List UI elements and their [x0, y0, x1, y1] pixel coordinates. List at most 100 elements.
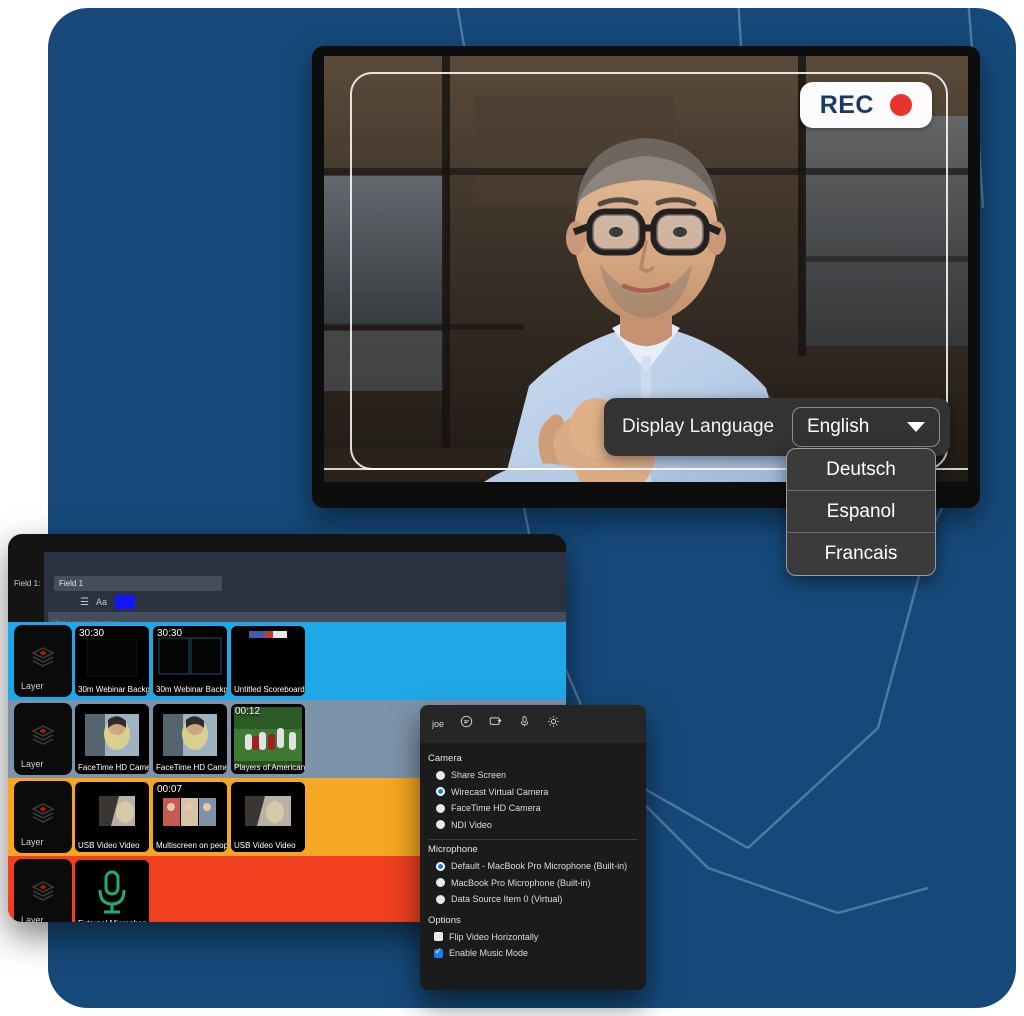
option-label: Default - MacBook Pro Microphone (Built-… — [451, 861, 628, 872]
inspector-secondary-row: Shot Layer Properties — [48, 612, 566, 627]
clip-item[interactable]: 00:07 Multiscreen on peop — [153, 782, 227, 852]
option-enable-music-mode[interactable]: Enable Music Mode — [428, 945, 638, 962]
clip-thumbnail — [75, 860, 149, 922]
screen-share-icon[interactable] — [489, 715, 502, 733]
text-align-icon[interactable]: ☰ — [80, 597, 89, 608]
language-selected-value: English — [807, 416, 870, 437]
clip-item[interactable]: 30:30 30m Webinar Backg — [153, 626, 227, 696]
zoom-panel-header: joe — [420, 705, 646, 743]
clip-badge: 30:30 — [79, 628, 105, 639]
rec-label: REC — [819, 90, 874, 119]
radio-icon-selected — [436, 861, 445, 871]
chevron-down-icon — [907, 422, 925, 432]
mic-option-default[interactable]: Default - MacBook Pro Microphone (Built-… — [428, 858, 638, 875]
clip-item[interactable]: USB Video Video — [75, 782, 149, 852]
language-option-deutsch[interactable]: Deutsch — [787, 449, 935, 491]
layer-label: Layer — [21, 759, 44, 769]
field-input[interactable]: Field 1 — [54, 576, 222, 591]
option-label: Flip Video Horizontally — [449, 931, 539, 942]
shot-inspector: Field 1: Field 1 ☰ Aa Shot Layer Propert… — [14, 552, 566, 627]
camera-option-ndi-video[interactable]: NDI Video — [428, 817, 638, 834]
language-option-espanol[interactable]: Espanol — [787, 491, 935, 533]
field-label: Field 1: — [14, 579, 41, 588]
layers-stack-icon — [30, 801, 56, 830]
camera-option-wirecast-virtual-camera[interactable]: Wirecast Virtual Camera — [428, 784, 638, 801]
font-size-icon[interactable]: Aa — [96, 597, 107, 607]
color-swatch[interactable] — [114, 595, 135, 609]
clip-badge: 00:12 — [235, 706, 261, 717]
clip-item[interactable]: External Microphon — [75, 860, 149, 922]
mic-option-data-source[interactable]: Data Source Item 0 (Virtual) — [428, 891, 638, 908]
section-title-options: Options — [428, 914, 461, 926]
layers-stack-icon — [30, 879, 56, 908]
clip-badge: 30:30 — [157, 628, 183, 639]
layer-label: Layer — [21, 915, 44, 922]
record-dot-icon — [890, 94, 912, 116]
section-title-microphone: Microphone — [428, 844, 478, 855]
clip-caption: External Microphon — [75, 917, 149, 922]
option-label: FaceTime HD Camera — [451, 803, 541, 814]
clip-caption: USB Video Video — [231, 839, 305, 852]
clip-caption: 30m Webinar Backg — [75, 683, 149, 696]
clip-item[interactable]: Untitled Scoreboard — [231, 626, 305, 696]
gear-icon[interactable] — [547, 715, 560, 733]
field-row: Field 1: Field 1 — [14, 576, 222, 591]
clip-item[interactable]: 30:30 30m Webinar Backg — [75, 626, 149, 696]
radio-icon — [436, 820, 445, 830]
clip-caption: Multiscreen on peop — [153, 839, 227, 852]
clip-caption: FaceTime HD Came — [75, 761, 149, 774]
radio-icon-selected — [436, 787, 445, 797]
zoom-panel-body: Camera Share Screen Wirecast Virtual Cam… — [420, 743, 646, 962]
language-option-label: Francais — [824, 543, 898, 564]
option-label: Wirecast Virtual Camera — [451, 786, 549, 797]
clip-item[interactable]: FaceTime HD Came — [153, 704, 227, 774]
zoom-user-label: joe — [432, 719, 445, 729]
option-flip-video-horizontally[interactable]: Flip Video Horizontally — [428, 929, 638, 946]
layer-header[interactable]: Layer — [14, 781, 72, 853]
option-label: Data Source Item 0 (Virtual) — [451, 894, 563, 905]
rec-badge: REC — [799, 82, 932, 128]
option-label: Share Screen — [451, 770, 507, 781]
radio-icon — [436, 878, 445, 888]
clip-badge: 00:07 — [157, 784, 183, 795]
language-option-francais[interactable]: Francais — [787, 533, 935, 575]
radio-icon — [436, 894, 445, 904]
screenshot-root: REC Display Language English Deutsch Esp… — [0, 0, 1024, 1016]
layer-label: Layer — [21, 837, 44, 847]
clip-caption: Players of American — [231, 761, 305, 774]
checkbox-icon-checked — [434, 946, 443, 958]
layer-header[interactable]: Layer — [14, 703, 72, 775]
display-language-label: Display Language — [622, 416, 775, 437]
camera-option-share-screen[interactable]: Share Screen — [428, 767, 638, 784]
option-label: MacBook Pro Microphone (Built-in) — [451, 877, 591, 888]
field-toolbar: ☰ Aa — [80, 595, 135, 609]
layer-header[interactable]: Layer — [14, 625, 72, 697]
camera-option-facetime-hd-camera[interactable]: FaceTime HD Camera — [428, 800, 638, 817]
option-label: NDI Video — [451, 819, 492, 830]
language-dropdown-menu[interactable]: Deutsch Espanol Francais — [786, 448, 936, 576]
microphone-icon[interactable] — [518, 715, 531, 733]
zoom-settings-panel: joe Camera Share Screen Wirecast Virtual… — [420, 705, 646, 990]
radio-icon — [436, 803, 445, 813]
language-option-label: Espanol — [826, 500, 896, 522]
clip-strip: 30:30 30m Webinar Backg 30:30 30m Webina… — [75, 622, 566, 700]
clip-caption: USB Video Video — [75, 839, 149, 852]
radio-icon — [436, 770, 445, 780]
clip-item[interactable]: FaceTime HD Came — [75, 704, 149, 774]
divider — [428, 839, 638, 840]
checkbox-icon — [434, 932, 443, 942]
layer-label: Layer — [21, 681, 44, 691]
mic-option-macbook-pro[interactable]: MacBook Pro Microphone (Built-in) — [428, 875, 638, 892]
language-select[interactable]: English — [792, 407, 940, 447]
layer-header[interactable]: Layer — [14, 859, 72, 922]
clip-item[interactable]: 00:12 Players of American — [231, 704, 305, 774]
clip-item[interactable]: USB Video Video — [231, 782, 305, 852]
clip-caption: 30m Webinar Backg — [153, 683, 227, 696]
section-title-camera: Camera — [428, 753, 462, 764]
clip-caption: Untitled Scoreboard — [231, 683, 305, 696]
clip-caption: FaceTime HD Came — [153, 761, 227, 774]
layer-row[interactable]: Layer 30:30 30m Webinar Backg 30:30 30m … — [8, 622, 566, 700]
chat-bubble-icon[interactable] — [460, 715, 473, 733]
layers-stack-icon — [30, 645, 56, 674]
language-option-label: Deutsch — [826, 458, 896, 480]
